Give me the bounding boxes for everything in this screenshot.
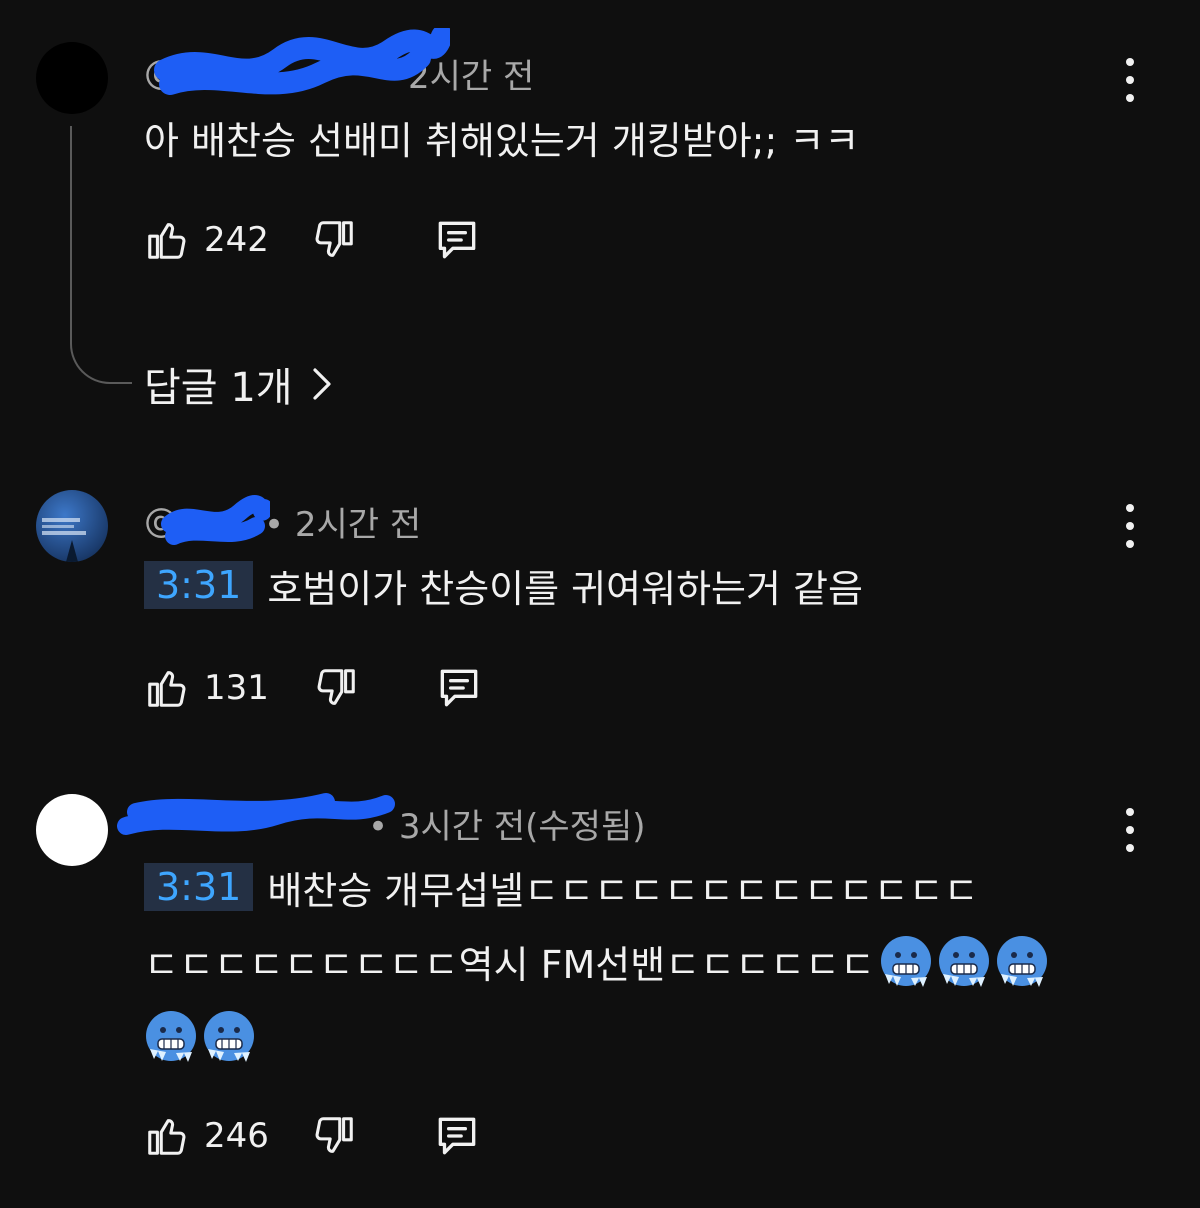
dislike-button[interactable] — [311, 217, 357, 263]
redaction-scribble — [117, 793, 395, 835]
comment-text-line-2: ㄷㄷㄷㄷㄷㄷㄷㄷㄷ역시 FM선밴ㄷㄷㄷㄷㄷㄷ — [144, 934, 1053, 988]
reply-icon — [438, 221, 476, 259]
reply-icon — [438, 1117, 476, 1155]
dislike-icon — [317, 669, 355, 705]
cold-face-emoji — [880, 936, 931, 987]
like-button[interactable]: 246 — [144, 1113, 269, 1159]
replies-label: 답글 1개 — [144, 365, 293, 411]
cold-face-emoji — [996, 936, 1047, 987]
comment-actions: 242 — [144, 212, 483, 268]
reply-button[interactable] — [433, 663, 485, 713]
like-button[interactable]: 242 — [144, 217, 269, 263]
like-icon — [148, 671, 186, 707]
comment-time: • 3시간 전(수정됨) — [368, 806, 646, 847]
reply-icon — [440, 669, 478, 707]
cold-face-emoji — [938, 936, 989, 987]
like-count: 131 — [204, 668, 269, 708]
avatar[interactable] — [36, 42, 108, 114]
like-icon — [148, 223, 186, 259]
avatar[interactable] — [36, 490, 108, 562]
dislike-button[interactable] — [313, 665, 359, 711]
comment-time: • 2시간 전 — [264, 504, 422, 545]
replies-toggle[interactable]: 답글 1개 — [144, 356, 333, 412]
comment-text-line-1: 3:31 배찬승 개무섭넬ㄷㄷㄷㄷㄷㄷㄷㄷㄷㄷㄷㄷㄷ — [144, 860, 979, 914]
timestamp-link[interactable]: 3:31 — [144, 863, 254, 911]
cold-face-emoji — [146, 1011, 196, 1062]
chevron-right-icon — [312, 368, 331, 400]
like-icon — [148, 1119, 186, 1155]
dislike-icon — [315, 221, 353, 257]
cold-face-emoji — [204, 1011, 254, 1062]
redaction-scribble — [154, 28, 450, 95]
avatar-image — [42, 518, 86, 562]
avatar[interactable] — [36, 794, 108, 866]
reply-button[interactable] — [431, 215, 483, 265]
dislike-icon — [315, 1117, 353, 1153]
comment-actions: 131 — [144, 660, 485, 716]
comment-actions: 246 — [144, 1108, 483, 1164]
like-count: 246 — [204, 1116, 269, 1156]
like-button[interactable]: 131 — [144, 665, 269, 711]
comment-text: 아 배찬승 선배미 취해있는거 개킹받아;; ㅋㅋ — [144, 118, 860, 163]
more-options-icon[interactable] — [1112, 808, 1148, 852]
emoji-group — [879, 934, 1053, 988]
redaction-scribble — [161, 495, 270, 545]
like-count: 242 — [204, 220, 269, 260]
reply-button[interactable] — [431, 1111, 483, 1161]
thread-connector — [70, 126, 132, 384]
timestamp-link[interactable]: 3:31 — [144, 561, 254, 609]
dislike-button[interactable] — [311, 1113, 357, 1159]
more-options-icon[interactable] — [1112, 58, 1148, 102]
comment-text-line-3 — [144, 1008, 260, 1064]
comment-text: 3:31 호범이가 찬승이를 귀여워하는거 같음 — [144, 558, 863, 612]
more-options-icon[interactable] — [1112, 504, 1148, 548]
